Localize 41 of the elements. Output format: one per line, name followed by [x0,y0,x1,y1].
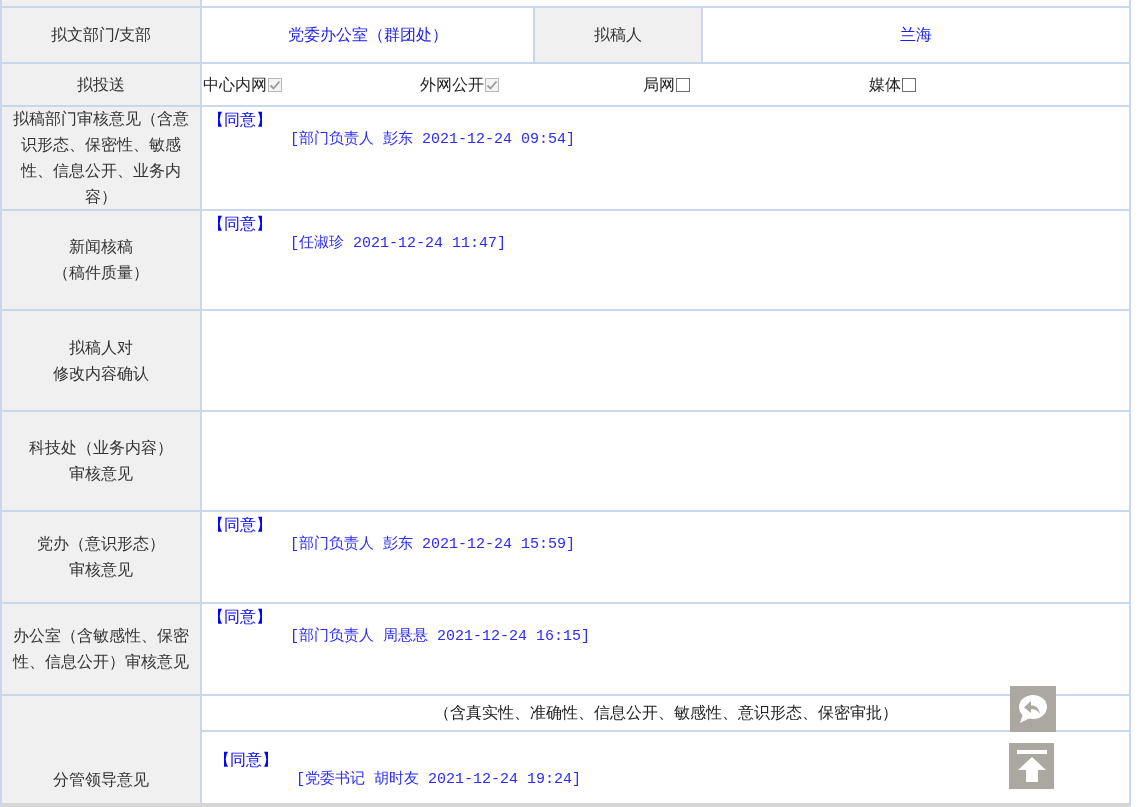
checkbox[interactable] [902,77,916,92]
approval-opinion: 【同意】 [208,214,272,234]
approval-opinion: 【同意】 [208,515,272,535]
checkbox[interactable] [676,77,690,92]
field-label: 拟稿人对 [69,337,133,358]
approval-signature: [部门负责人 周悬悬 2021-12-24 16:15] [290,627,591,647]
approval-signature: [党委书记 胡时友 2021-12-24 19:24] [296,770,582,790]
checkbox-label: 局网 [643,74,675,95]
field-label: （稿件质量） [53,263,149,283]
field-label: 审核意见 [69,464,133,484]
reply-button[interactable] [1010,686,1056,732]
approval-signature: [任淑珍 2021-12-24 11:47] [290,234,507,254]
back-to-top-button[interactable] [1009,743,1054,789]
approval-opinion: 【同意】 [214,750,278,770]
review-scope-note: （含真实性、准确性、信息公开、敏感性、意识形态、保密审批） [433,703,898,723]
field-label: 拟文部门/支部 [50,25,152,45]
approval-signature: [部门负责人 彭东 2021-12-24 09:54] [290,130,576,150]
department-value: 党委办公室（群团处） [287,25,448,45]
field-label: 拟稿人 [594,25,642,45]
field-label: 分管领导意见 [53,770,149,790]
field-label: 审核意见 [69,560,133,580]
checkbox-label: 外网公开 [420,74,484,95]
checkbox[interactable] [268,77,282,92]
arrow-up-to-bar-icon [1016,750,1047,782]
checkmark-icon [269,78,281,91]
checkbox-label: 媒体 [869,74,901,95]
speech-bubble-reply-icon [1017,694,1049,724]
checkbox[interactable] [485,77,499,92]
field-label: 科技处（业务内容） [29,438,173,458]
approval-signature: [部门负责人 彭东 2021-12-24 15:59] [290,535,576,555]
approval-opinion: 【同意】 [208,607,272,627]
checkmark-icon [486,78,498,91]
field-label: 新闻核稿 [69,237,133,257]
drafter-value: 兰海 [900,25,932,45]
field-label: 党办（意识形态） [37,534,165,554]
field-label: 拟稿部门审核意见（含意识形态、保密性、敏感性、信息公开、业务内容） [12,109,190,207]
field-label: 修改内容确认 [53,363,149,384]
approval-opinion: 【同意】 [208,110,272,130]
field-label: 拟投送 [77,74,125,95]
field-label: 办公室（含敏感性、保密性、信息公开）审核意见 [11,626,190,672]
checkbox-label: 中心内网 [203,74,267,95]
